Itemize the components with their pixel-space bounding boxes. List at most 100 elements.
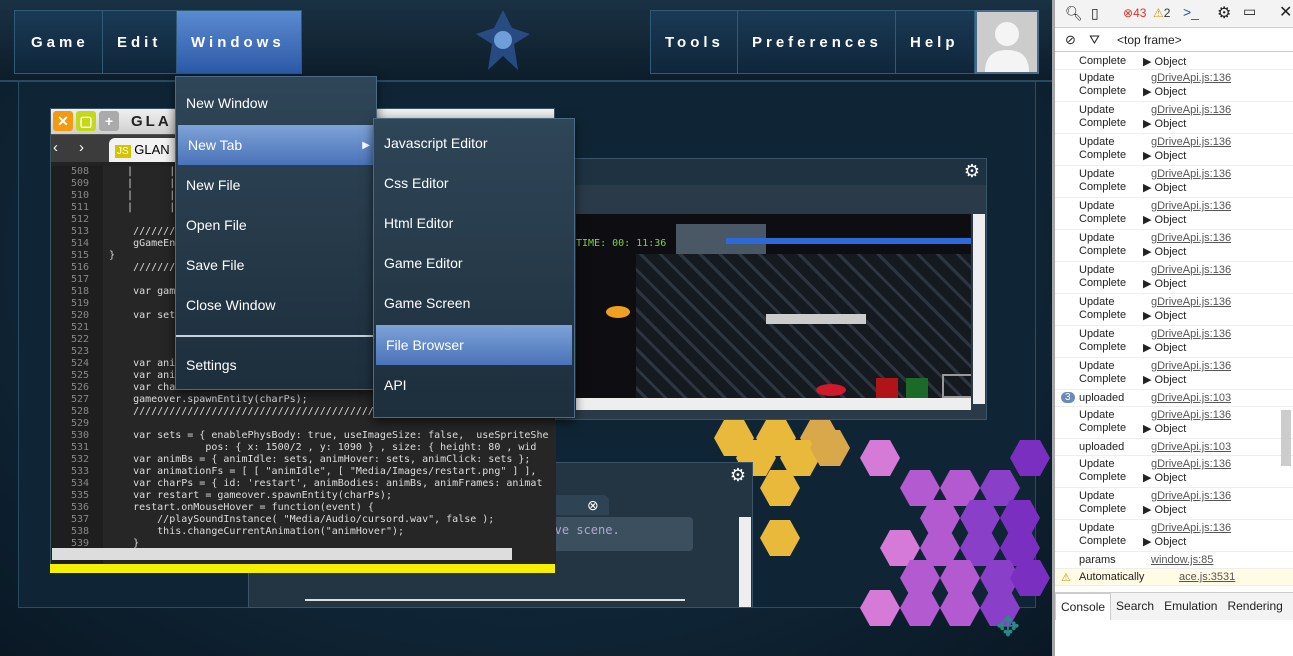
close-tab-icon[interactable]: ⊗ (587, 497, 599, 514)
code-line[interactable]: var charPs = { id: 'restart', animBodies… (109, 478, 549, 490)
tab-emulation[interactable]: Emulation (1159, 593, 1222, 620)
log-source-link[interactable]: gDriveApi.js:136 (1151, 200, 1231, 212)
log-source-link[interactable]: gDriveApi.js:136 (1151, 409, 1231, 421)
nav-back-icon[interactable]: ‹ (53, 139, 58, 156)
game-window-titlebar[interactable]: ⚙ (556, 159, 986, 185)
add-window-icon[interactable]: + (99, 111, 119, 131)
log-source-link[interactable]: gDriveApi.js:136 (1151, 168, 1231, 180)
code-horizontal-scrollbar[interactable] (52, 548, 512, 560)
menu-game[interactable]: Game (15, 11, 103, 73)
log-source-link[interactable]: gDriveApi.js:136 (1151, 296, 1231, 308)
log-source-link[interactable]: gDriveApi.js:136 (1151, 136, 1231, 148)
console-row[interactable]: Update Complete gDriveApi.js:136 ▶ Object (1055, 294, 1293, 326)
code-line[interactable]: var restart = gameover.spawnEntity(charP… (109, 490, 549, 502)
console-row[interactable]: Update Complete gDriveApi.js:136 ▶ Object (1055, 488, 1293, 520)
dock-side-icon[interactable]: ▭ (1243, 3, 1256, 20)
console-row[interactable]: Complete ▶ Object (1055, 53, 1293, 70)
console-row[interactable]: Update Complete gDriveApi.js:136 ▶ Object (1055, 70, 1293, 102)
log-source-link[interactable]: gDriveApi.js:136 (1151, 72, 1231, 84)
menu-item-open-file[interactable]: Open File (176, 205, 376, 245)
submenu-item-game-editor[interactable]: Game Editor (374, 243, 574, 283)
submenu-item-javascript-editor[interactable]: Javascript Editor (374, 123, 574, 163)
console-row[interactable]: Update Complete gDriveApi.js:136 ▶ Object (1055, 407, 1293, 439)
submenu-item-css-editor[interactable]: Css Editor (374, 163, 574, 203)
console-row[interactable]: Update Complete gDriveApi.js:136 ▶ Object (1055, 358, 1293, 390)
code-line[interactable]: pos: { x: 1500/2 , y: 1090 } , size: { h… (109, 442, 549, 454)
console-row[interactable]: 3 uploaded gDriveApi.js:103 (1055, 390, 1293, 407)
log-source-link[interactable]: gDriveApi.js:136 (1151, 232, 1231, 244)
menu-item-save-file[interactable]: Save File (176, 245, 376, 285)
bottom-scrollbar[interactable] (739, 517, 751, 607)
close-icon[interactable]: ✕ (1279, 2, 1292, 22)
log-source-link[interactable]: gDriveApi.js:136 (1151, 104, 1231, 116)
clear-console-icon[interactable]: ⊘ (1065, 32, 1076, 48)
menu-item-new-file[interactable]: New File (176, 165, 376, 205)
menu-preferences[interactable]: Preferences (738, 11, 896, 73)
menu-tools[interactable]: Tools (651, 11, 738, 73)
code-line[interactable]: var animBs = { animIdle: sets, animHover… (109, 454, 549, 466)
code-line[interactable]: restart.onMouseHover = function(event) { (109, 502, 549, 514)
bottom-tab[interactable]: ⊗ (549, 495, 609, 515)
settings-gear-icon[interactable]: ⚙ (1217, 3, 1231, 23)
settings-gear-icon[interactable]: ⚙ (964, 161, 980, 182)
menu-item-new-window[interactable]: New Window (176, 83, 376, 123)
submenu-item-game-screen[interactable]: Game Screen (374, 283, 574, 323)
log-source-link[interactable]: ace.js:3531 (1179, 571, 1235, 583)
console-row[interactable]: uploaded gDriveApi.js:103 (1055, 439, 1293, 456)
submenu-item-file-browser[interactable]: File Browser (376, 325, 572, 365)
log-source-link[interactable]: window.js:85 (1151, 554, 1213, 566)
filter-icon[interactable]: ⛛ (1089, 32, 1100, 48)
console-row[interactable]: Update Complete gDriveApi.js:136 ▶ Object (1055, 230, 1293, 262)
menu-windows[interactable]: Windows (177, 11, 301, 73)
code-line[interactable]: this.changeCurrentAnimation("animHover")… (109, 526, 549, 538)
console-row[interactable]: ⚠ Automatically ace.js:3531 (1055, 569, 1293, 586)
submenu-item-html-editor[interactable]: Html Editor (374, 203, 574, 243)
log-source-link[interactable]: gDriveApi.js:136 (1151, 360, 1231, 372)
menu-item-settings[interactable]: Settings (176, 345, 376, 385)
log-source-link[interactable]: gDriveApi.js:136 (1151, 522, 1231, 534)
log-source-link[interactable]: gDriveApi.js:103 (1151, 392, 1231, 404)
frame-selector[interactable]: <top frame> (1117, 33, 1182, 47)
minimize-window-icon[interactable]: ▢ (76, 111, 96, 131)
console-log[interactable]: Complete ▶ Object Update Complete gDriveApi.… (1055, 53, 1293, 591)
code-line[interactable]: var sets = { enablePhysBody: true, useIm… (109, 430, 549, 442)
console-row[interactable]: Update Complete gDriveApi.js:136 ▶ Object (1055, 520, 1293, 552)
console-row[interactable]: Update Complete gDriveApi.js:136 ▶ Object (1055, 198, 1293, 230)
console-drawer-icon[interactable]: >_ (1183, 4, 1199, 20)
menu-help[interactable]: Help (896, 11, 974, 73)
device-mode-icon[interactable]: ▯ (1091, 5, 1099, 22)
tab-rendering[interactable]: Rendering (1222, 593, 1287, 620)
code-line[interactable]: var animationFs = [ [ "animIdle", [ "Med… (109, 466, 549, 478)
code-line[interactable] (109, 418, 549, 430)
resize-arrows-icon[interactable]: ✥ (988, 610, 1028, 644)
log-source-link[interactable]: gDriveApi.js:136 (1151, 458, 1231, 470)
game-horizontal-scrollbar[interactable] (576, 398, 971, 410)
console-row[interactable]: Update Complete gDriveApi.js:136 ▶ Object (1055, 456, 1293, 488)
avatar[interactable] (975, 10, 1039, 74)
settings-gear-icon[interactable]: ⚙ (730, 465, 746, 486)
code-line[interactable]: //playSoundInstance( "Media/Audio/cursor… (109, 514, 549, 526)
close-window-icon[interactable]: ✕ (53, 111, 73, 131)
log-source-link[interactable]: gDriveApi.js:103 (1151, 441, 1231, 453)
log-source-link[interactable]: gDriveApi.js:136 (1151, 490, 1231, 502)
console-row[interactable]: Update Complete gDriveApi.js:136 ▶ Object (1055, 134, 1293, 166)
search-icon[interactable]: 🔍︎ (1065, 5, 1083, 22)
menu-edit[interactable]: Edit (103, 11, 177, 73)
console-row[interactable]: params window.js:85 (1055, 552, 1293, 569)
tab-search[interactable]: Search (1111, 593, 1159, 620)
console-row[interactable]: Update Complete gDriveApi.js:136 ▶ Object (1055, 326, 1293, 358)
console-row[interactable]: Update Complete gDriveApi.js:136 ▶ Object (1055, 262, 1293, 294)
game-viewport[interactable]: TIME: 00: 11:36 (576, 214, 971, 410)
console-row[interactable]: Update Complete gDriveApi.js:136 ▶ Object (1055, 102, 1293, 134)
tab-console[interactable]: Console (1055, 593, 1112, 620)
submenu-item-api[interactable]: API (374, 365, 574, 405)
nav-forward-icon[interactable]: › (79, 139, 84, 156)
log-source-link[interactable]: gDriveApi.js:136 (1151, 328, 1231, 340)
menu-item-close-window[interactable]: Close Window (176, 285, 376, 325)
console-scrollbar[interactable] (1281, 410, 1291, 466)
warning-count-badge[interactable]: ⚠2 (1153, 6, 1170, 20)
log-source-link[interactable]: gDriveApi.js:136 (1151, 264, 1231, 276)
error-count-badge[interactable]: ⊗43 (1123, 6, 1146, 20)
game-vertical-scrollbar[interactable] (973, 214, 985, 404)
menu-item-new-tab[interactable]: New Tab ▶ (178, 125, 374, 165)
